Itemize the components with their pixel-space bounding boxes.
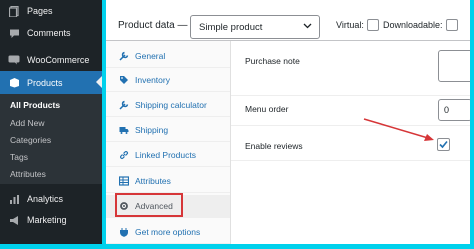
submenu-all-products[interactable]: All Products (10, 100, 60, 110)
tab-label: Shipping calculator (135, 100, 207, 110)
sidebar-item-products[interactable]: Products (0, 71, 102, 94)
submenu-categories[interactable]: Categories (10, 135, 51, 145)
table-icon (119, 176, 129, 186)
tab-label: Inventory (135, 75, 170, 85)
tab-label: Shipping (135, 125, 169, 135)
sidebar-item-label: Marketing (27, 215, 67, 225)
menu-order-value: 0 (444, 105, 450, 115)
downloadable-label: Downloadable: (383, 20, 443, 30)
enable-reviews-row: Enable reviews (231, 126, 470, 161)
frame-border-bottom (0, 244, 474, 249)
products-submenu: All Products Add New Categories Tags Att… (0, 94, 102, 184)
product-type-value: Simple product (199, 21, 263, 33)
sidebar-item-label: Pages (27, 6, 53, 16)
plug-icon (119, 227, 129, 237)
tab-shipping-calculator[interactable]: Shipping calculator (106, 94, 230, 117)
product-type-select[interactable]: Simple product (190, 15, 320, 39)
advanced-fields: Purchase note Menu order Enable reviews (231, 41, 470, 244)
tab-get-more-options[interactable]: Get more options (106, 221, 230, 244)
sidebar-item-woocommerce[interactable]: WooCommerce (0, 49, 102, 71)
purchase-note-label: Purchase note (245, 56, 300, 66)
virtual-label: Virtual: (336, 20, 364, 30)
chevron-down-icon (303, 22, 312, 31)
purchase-note-row: Purchase note (231, 41, 470, 96)
products-icon (8, 77, 20, 89)
virtual-option: Virtual: (336, 19, 379, 31)
sidebar-item-comments[interactable]: Comments (0, 22, 102, 44)
checkmark-icon (439, 140, 448, 149)
marketing-icon (8, 214, 20, 226)
sidebar-item-label: Comments (27, 28, 71, 38)
submenu-add-new[interactable]: Add New (10, 118, 45, 128)
link-icon (119, 150, 129, 160)
admin-sidebar: Pages Comments WooCommerce Products All … (0, 0, 102, 249)
comments-icon (8, 27, 20, 39)
wrench-icon (119, 51, 129, 61)
purchase-note-textarea[interactable] (438, 50, 474, 82)
sidebar-item-analytics[interactable]: Analytics (0, 188, 102, 210)
menu-order-input[interactable]: 0 (438, 99, 472, 121)
tab-linked-products[interactable]: Linked Products (106, 144, 230, 167)
submenu-attributes[interactable]: Attributes (10, 169, 46, 179)
sidebar-item-pages[interactable]: Pages (0, 0, 102, 22)
virtual-checkbox[interactable] (366, 19, 379, 31)
sidebar-item-label: Products (27, 77, 63, 88)
pages-icon (8, 5, 20, 17)
tab-label: General (135, 51, 166, 61)
tab-label: Get more options (135, 227, 201, 237)
enable-reviews-checkbox[interactable] (437, 138, 450, 151)
woocommerce-icon (8, 54, 20, 66)
tag-icon (119, 75, 129, 85)
truck-icon (119, 125, 129, 135)
tab-attributes[interactable]: Attributes (106, 170, 230, 193)
tab-shipping[interactable]: Shipping (106, 119, 230, 142)
tab-label: Attributes (135, 176, 171, 186)
product-data-header: Product data — Simple product Virtual: D… (106, 0, 470, 41)
frame-border-right (470, 0, 474, 249)
screenshot-frame: Pages Comments WooCommerce Products All … (0, 0, 474, 249)
sidebar-item-marketing[interactable]: Marketing (0, 209, 102, 231)
downloadable-option: Downloadable: (383, 19, 458, 31)
tab-label: Linked Products (135, 150, 196, 160)
menu-order-label: Menu order (245, 104, 289, 114)
menu-order-row: Menu order (231, 95, 470, 126)
advanced-tab-highlight (115, 193, 183, 217)
sidebar-item-label: WooCommerce (27, 55, 90, 65)
submenu-tags[interactable]: Tags (10, 152, 28, 162)
enable-reviews-label: Enable reviews (245, 141, 303, 151)
tab-general[interactable]: General (106, 45, 230, 68)
tab-inventory[interactable]: Inventory (106, 69, 230, 92)
wrench-icon (119, 100, 129, 110)
downloadable-checkbox[interactable] (445, 19, 458, 31)
frame-border-left (102, 0, 106, 249)
product-data-title: Product data — (118, 20, 188, 31)
sidebar-item-label: Analytics (27, 194, 64, 204)
analytics-icon (8, 193, 20, 205)
